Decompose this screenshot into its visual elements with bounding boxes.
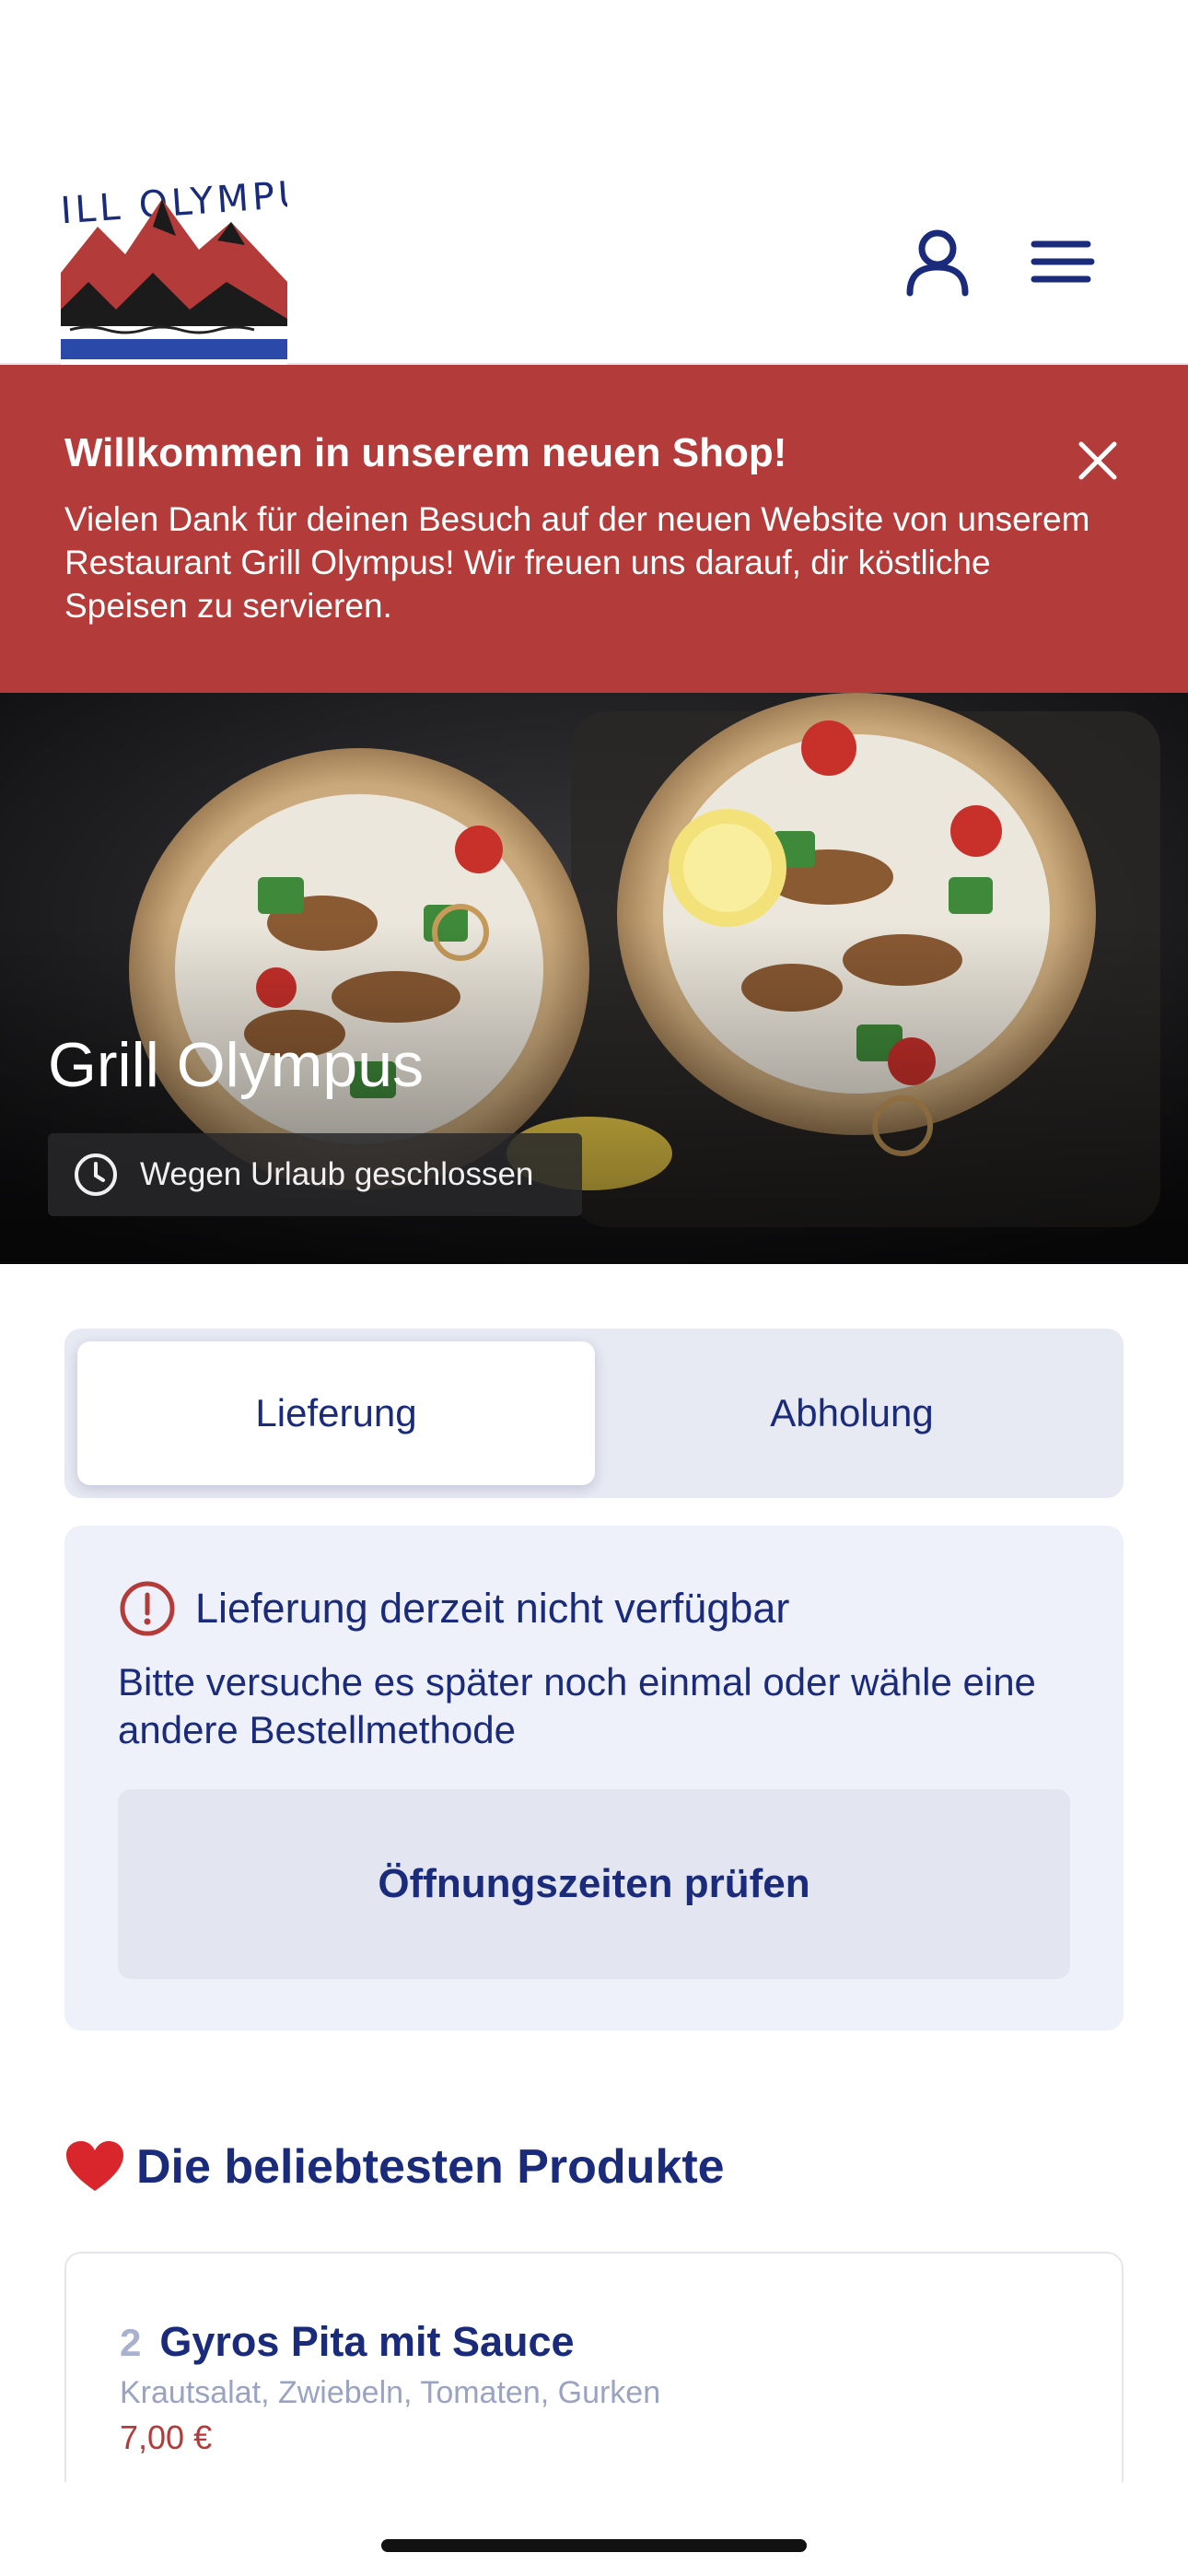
product-price: 7,00 € <box>120 2418 213 2456</box>
user-icon[interactable] <box>901 225 974 299</box>
close-icon[interactable] <box>1072 435 1124 486</box>
banner-text: Vielen Dank für deinen Besuch auf der ne… <box>64 500 1090 625</box>
notice-text: Bitte versuche es später noch einmal ode… <box>118 1660 1036 1751</box>
notice-header: Lieferung derzeit nicht verfügbar <box>118 1579 1070 1638</box>
status-text: Wegen Urlaub geschlossen <box>140 1156 534 1192</box>
home-indicator[interactable] <box>381 2539 807 2552</box>
bottom-bar <box>0 2482 1188 2576</box>
header: ILL OLYMPU <box>0 0 1188 365</box>
popular-title-text: Die beliebtesten Produkte <box>136 2140 725 2194</box>
welcome-banner: Willkommen in unserem neuen Shop! Vielen… <box>0 365 1188 693</box>
tab-abholung[interactable]: Abholung <box>593 1341 1111 1485</box>
status-badge: Wegen Urlaub geschlossen <box>48 1133 582 1216</box>
tab-lieferung[interactable]: Lieferung <box>77 1341 595 1485</box>
notice-title: Lieferung derzeit nicht verfügbar <box>195 1585 790 1632</box>
clock-icon <box>75 1153 117 1196</box>
hero-image: Grill Olympus Wegen Urlaub geschlossen <box>0 693 1188 1264</box>
popular-section-title: Die beliebtesten Produkte <box>64 2139 725 2195</box>
heart-icon <box>66 2141 123 2191</box>
banner-title: Willkommen in unserem neuen Shop! <box>64 430 787 475</box>
restaurant-name: Grill Olympus <box>48 1030 425 1100</box>
product-header: 2 Gyros Pita mit Sauce <box>120 2318 1068 2366</box>
product-name: Gyros Pita mit Sauce <box>159 2318 575 2365</box>
order-method-tabs: Lieferung Abholung <box>64 1329 1124 1498</box>
logo[interactable]: ILL OLYMPU <box>59 171 310 369</box>
check-opening-hours-button[interactable]: Öffnungszeiten prüfen <box>118 1789 1070 1979</box>
product-description: Krautsalat, Zwiebeln, Tomaten, Gurken <box>120 2375 661 2410</box>
menu-icon[interactable] <box>1026 225 1100 299</box>
product-rank: 2 <box>120 2321 142 2364</box>
delivery-notice: Lieferung derzeit nicht verfügbar Bitte … <box>64 1526 1124 2031</box>
info-icon <box>120 1581 175 1636</box>
